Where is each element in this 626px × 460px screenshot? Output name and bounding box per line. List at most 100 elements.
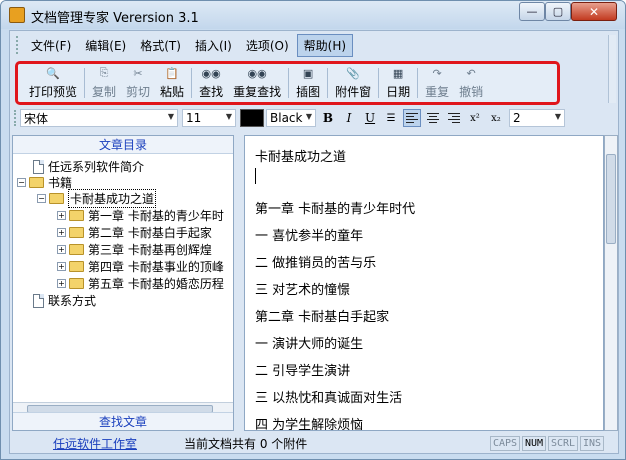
clipboard-icon: 📋 xyxy=(165,66,179,80)
status-bar: 任远软件工作室 当前文档共有 0 个附件 CAPS NUM SCRL INS xyxy=(10,433,618,453)
undo-button[interactable]: ↶ 撤销 xyxy=(454,65,488,101)
menu-insert[interactable]: 插入(I) xyxy=(189,35,238,56)
editor-vertical-scrollbar[interactable] xyxy=(604,135,618,431)
maximize-button[interactable]: ▢ xyxy=(545,2,571,21)
copy-button[interactable]: ⎘ 复制 xyxy=(87,65,121,101)
editor-line: 一 喜忧参半的童年 xyxy=(255,229,364,244)
caps-indicator: CAPS xyxy=(490,436,521,451)
tree-item-chapter4[interactable]: + 第四章 卡耐基事业的顶峰 xyxy=(57,258,224,275)
close-button[interactable]: ✕ xyxy=(571,2,617,21)
menu-help[interactable]: 帮助(H) xyxy=(296,33,354,57)
color-swatch[interactable] xyxy=(240,109,264,127)
paperclip-icon: 📎 xyxy=(346,66,360,80)
toolbar-separator xyxy=(288,68,290,98)
menu-edit[interactable]: 编辑(E) xyxy=(79,35,132,56)
format-toolbar: 宋体 ▼ 11 ▼ Black ▼ B I U ☰ x² x₂ 2 ▼ xyxy=(10,107,618,129)
print-preview-button[interactable]: 🔍 打印预览 xyxy=(24,65,82,101)
menu-bar: 文件(F) 编辑(E) 格式(T) 插入(I) 选项(O) 帮助(H) xyxy=(10,33,610,57)
binoculars-icon: ◉◉ xyxy=(247,66,267,80)
app-icon xyxy=(9,7,25,23)
document-editor[interactable]: 卡耐基成功之道 第一章 卡耐基的青少年时代 一 喜忧参半的童年 二 做推销员的苦… xyxy=(244,135,604,431)
image-icon: ▣ xyxy=(302,66,314,80)
find-article-button[interactable]: 查找文章 xyxy=(13,412,233,430)
folder-icon xyxy=(69,244,84,255)
chevron-down-icon: ▼ xyxy=(225,112,232,121)
tree-item-intro[interactable]: 任远系列软件简介 xyxy=(33,158,144,175)
expand-icon[interactable]: + xyxy=(57,211,66,220)
color-select[interactable]: Black ▼ xyxy=(266,109,316,127)
toolbar-scroll xyxy=(608,35,616,103)
scissors-icon: ✂ xyxy=(133,66,143,80)
cut-button[interactable]: ✂ 剪切 xyxy=(121,65,155,101)
tree-item-chapter3[interactable]: + 第三章 卡耐基再创辉煌 xyxy=(57,241,212,258)
studio-link[interactable]: 任远软件工作室 xyxy=(10,435,180,452)
collapse-icon[interactable]: − xyxy=(37,194,46,203)
find-button[interactable]: ◉◉ 查找 xyxy=(194,65,228,101)
date-button[interactable]: ▦ 日期 xyxy=(381,65,415,101)
editor-line: 三 对艺术的憧憬 xyxy=(255,283,351,298)
italic-button[interactable]: I xyxy=(340,109,358,127)
editor-line: 第二章 卡耐基白手起家 xyxy=(255,310,390,325)
chevron-down-icon: ▼ xyxy=(554,112,561,121)
toolbar-separator xyxy=(378,68,380,98)
chevron-down-icon: ▼ xyxy=(305,112,312,121)
tree-item-chapter1[interactable]: + 第一章 卡耐基的青少年时 xyxy=(57,207,224,224)
menu-options[interactable]: 选项(O) xyxy=(240,35,295,56)
tree-item-carnegie[interactable]: − 卡耐基成功之道 xyxy=(37,189,157,208)
underline-button[interactable]: U xyxy=(361,109,379,127)
print-preview-icon: 🔍 xyxy=(46,66,60,80)
format-grip xyxy=(14,110,17,126)
insert-image-button[interactable]: ▣ 插图 xyxy=(291,65,325,101)
scrollbar-thumb[interactable] xyxy=(606,154,616,244)
bold-button[interactable]: B xyxy=(319,109,337,127)
app-window: 文档管理专家 Verersion 3.1 — ▢ ✕ 文件(F) 编辑(E) 格… xyxy=(0,0,626,460)
num-indicator: NUM xyxy=(522,436,547,451)
toolbar-separator xyxy=(191,68,193,98)
font-size-select[interactable]: 11 ▼ xyxy=(182,109,236,127)
paste-button[interactable]: 📋 粘贴 xyxy=(155,65,189,101)
folder-icon xyxy=(69,261,84,272)
collapse-icon[interactable]: − xyxy=(17,178,26,187)
attachment-count: 当前文档共有 0 个附件 xyxy=(184,436,308,451)
redo-button[interactable]: ↷ 重复 xyxy=(420,65,454,101)
editor-line: 卡耐基成功之道 xyxy=(255,150,347,165)
align-left-button[interactable] xyxy=(403,109,421,127)
redo-icon: ↷ xyxy=(432,66,442,80)
list-button[interactable]: ☰ xyxy=(382,109,400,127)
font-value: 宋体 xyxy=(24,111,49,126)
editor-line: 二 引导学生演讲 xyxy=(255,364,351,379)
expand-icon[interactable]: + xyxy=(57,262,66,271)
align-center-button[interactable] xyxy=(424,109,442,127)
font-select[interactable]: 宋体 ▼ xyxy=(20,109,178,127)
menu-file[interactable]: 文件(F) xyxy=(25,35,77,56)
minimize-button[interactable]: — xyxy=(519,2,545,21)
folder-icon xyxy=(69,278,84,289)
find-again-button[interactable]: ◉◉ 重复查找 xyxy=(228,65,286,101)
text-caret xyxy=(255,168,256,184)
copy-icon: ⎘ xyxy=(99,66,109,79)
binoculars-icon: ◉◉ xyxy=(201,66,221,80)
menu-format[interactable]: 格式(T) xyxy=(134,35,187,56)
calendar-icon: ▦ xyxy=(392,66,404,80)
expand-icon[interactable]: + xyxy=(57,228,66,237)
undo-icon: ↶ xyxy=(466,66,476,80)
editor-line: 三 以热忱和真诚面对生活 xyxy=(255,391,403,406)
line-spacing-select[interactable]: 2 ▼ xyxy=(509,109,565,127)
superscript-button[interactable]: x² xyxy=(466,109,484,127)
scrl-indicator: SCRL xyxy=(548,436,579,451)
tree-item-chapter2[interactable]: + 第二章 卡耐基白手起家 xyxy=(57,224,212,241)
align-right-button[interactable] xyxy=(445,109,463,127)
color-value: Black xyxy=(270,111,303,125)
tree-item-books[interactable]: − 书籍 xyxy=(17,174,72,191)
subscript-button[interactable]: x₂ xyxy=(487,109,505,127)
tree-item-chapter5[interactable]: + 第五章 卡耐基的婚恋历程 xyxy=(57,275,224,292)
document-icon xyxy=(33,159,44,174)
ins-indicator: INS xyxy=(580,436,605,451)
panel-title[interactable]: 文章目录 xyxy=(13,136,233,154)
tree-item-contact[interactable]: 联系方式 xyxy=(33,292,96,309)
toolbar-separator xyxy=(417,68,419,98)
expand-icon[interactable]: + xyxy=(57,245,66,254)
expand-icon[interactable]: + xyxy=(57,279,66,288)
chevron-down-icon: ▼ xyxy=(167,112,174,121)
attachments-button[interactable]: 📎 附件窗 xyxy=(330,65,376,101)
